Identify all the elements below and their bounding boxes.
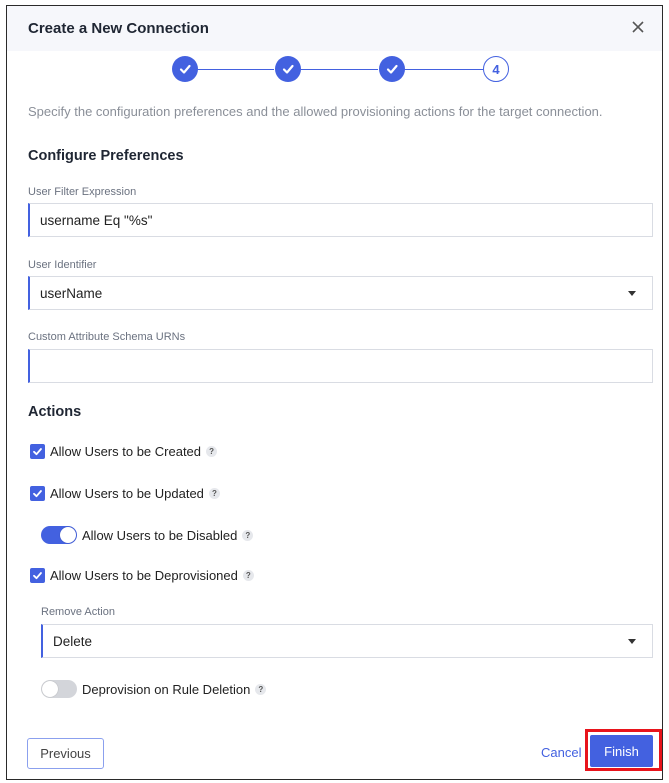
deprovision-rule-deletion-row: Deprovision on Rule Deletion ? <box>41 680 267 698</box>
step-2-completed[interactable] <box>275 56 301 82</box>
dialog-header: Create a New Connection <box>7 6 662 51</box>
allow-disable-label: Allow Users to be Disabled <box>82 527 238 543</box>
deprovision-rule-deletion-toggle[interactable] <box>41 680 77 698</box>
check-icon <box>33 572 42 580</box>
allow-update-checkbox[interactable] <box>30 486 45 501</box>
create-connection-dialog: Create a New Connection 4 Specify the co… <box>6 5 663 780</box>
step-connector <box>300 68 378 70</box>
configure-preferences-heading: Configure Preferences <box>28 148 184 164</box>
toggle-knob <box>42 681 58 697</box>
remove-action-value: Delete <box>53 633 93 649</box>
user-identifier-value: userName <box>40 285 103 301</box>
step-1-completed[interactable] <box>172 56 198 82</box>
remove-action-select[interactable]: Delete <box>41 624 653 658</box>
allow-deprovision-row: Allow Users to be Deprovisioned ? <box>30 568 254 583</box>
allow-deprovision-label: Allow Users to be Deprovisioned <box>50 568 238 583</box>
help-icon[interactable]: ? <box>206 446 218 457</box>
user-identifier-select[interactable]: userName <box>28 276 653 310</box>
step-connector <box>197 68 274 70</box>
check-icon <box>282 64 294 74</box>
cancel-button[interactable]: Cancel <box>541 745 581 760</box>
help-icon[interactable]: ? <box>255 683 267 695</box>
help-icon[interactable]: ? <box>208 488 220 499</box>
custom-schema-input[interactable] <box>28 349 653 383</box>
step-3-completed[interactable] <box>379 56 405 82</box>
allow-update-label: Allow Users to be Updated <box>50 486 204 501</box>
user-filter-input[interactable]: username Eq "%s" <box>28 203 653 237</box>
step-description: Specify the configuration preferences an… <box>28 104 603 119</box>
check-icon <box>386 64 398 74</box>
check-icon <box>33 448 42 456</box>
help-icon[interactable]: ? <box>242 529 254 541</box>
remove-action-label: Remove Action <box>41 606 115 618</box>
toggle-knob <box>60 527 76 543</box>
check-icon <box>33 490 42 498</box>
check-icon <box>179 64 191 74</box>
step-connector <box>404 68 483 70</box>
wizard-stepper: 4 <box>7 56 662 86</box>
dialog-title: Create a New Connection <box>28 20 209 37</box>
finish-button[interactable]: Finish <box>590 735 653 767</box>
allow-disable-toggle[interactable] <box>41 526 77 544</box>
allow-update-row: Allow Users to be Updated ? <box>30 486 220 501</box>
user-identifier-label: User Identifier <box>28 259 97 271</box>
chevron-down-icon <box>628 291 636 296</box>
allow-create-row: Allow Users to be Created ? <box>30 444 218 459</box>
allow-create-checkbox[interactable] <box>30 444 45 459</box>
custom-schema-label: Custom Attribute Schema URNs <box>28 331 186 343</box>
close-button[interactable] <box>630 19 646 35</box>
actions-heading: Actions <box>28 404 82 420</box>
close-icon <box>632 21 644 33</box>
deprovision-rule-deletion-label: Deprovision on Rule Deletion <box>82 681 251 697</box>
allow-create-label: Allow Users to be Created <box>50 444 202 459</box>
user-filter-value: username Eq "%s" <box>40 212 153 228</box>
user-filter-label: User Filter Expression <box>28 186 137 198</box>
help-icon[interactable]: ? <box>242 570 254 581</box>
previous-button[interactable]: Previous <box>27 738 104 769</box>
allow-deprovision-checkbox[interactable] <box>30 568 45 583</box>
allow-disable-row: Allow Users to be Disabled ? <box>41 526 254 544</box>
chevron-down-icon <box>628 639 636 644</box>
step-4-current: 4 <box>483 56 509 82</box>
